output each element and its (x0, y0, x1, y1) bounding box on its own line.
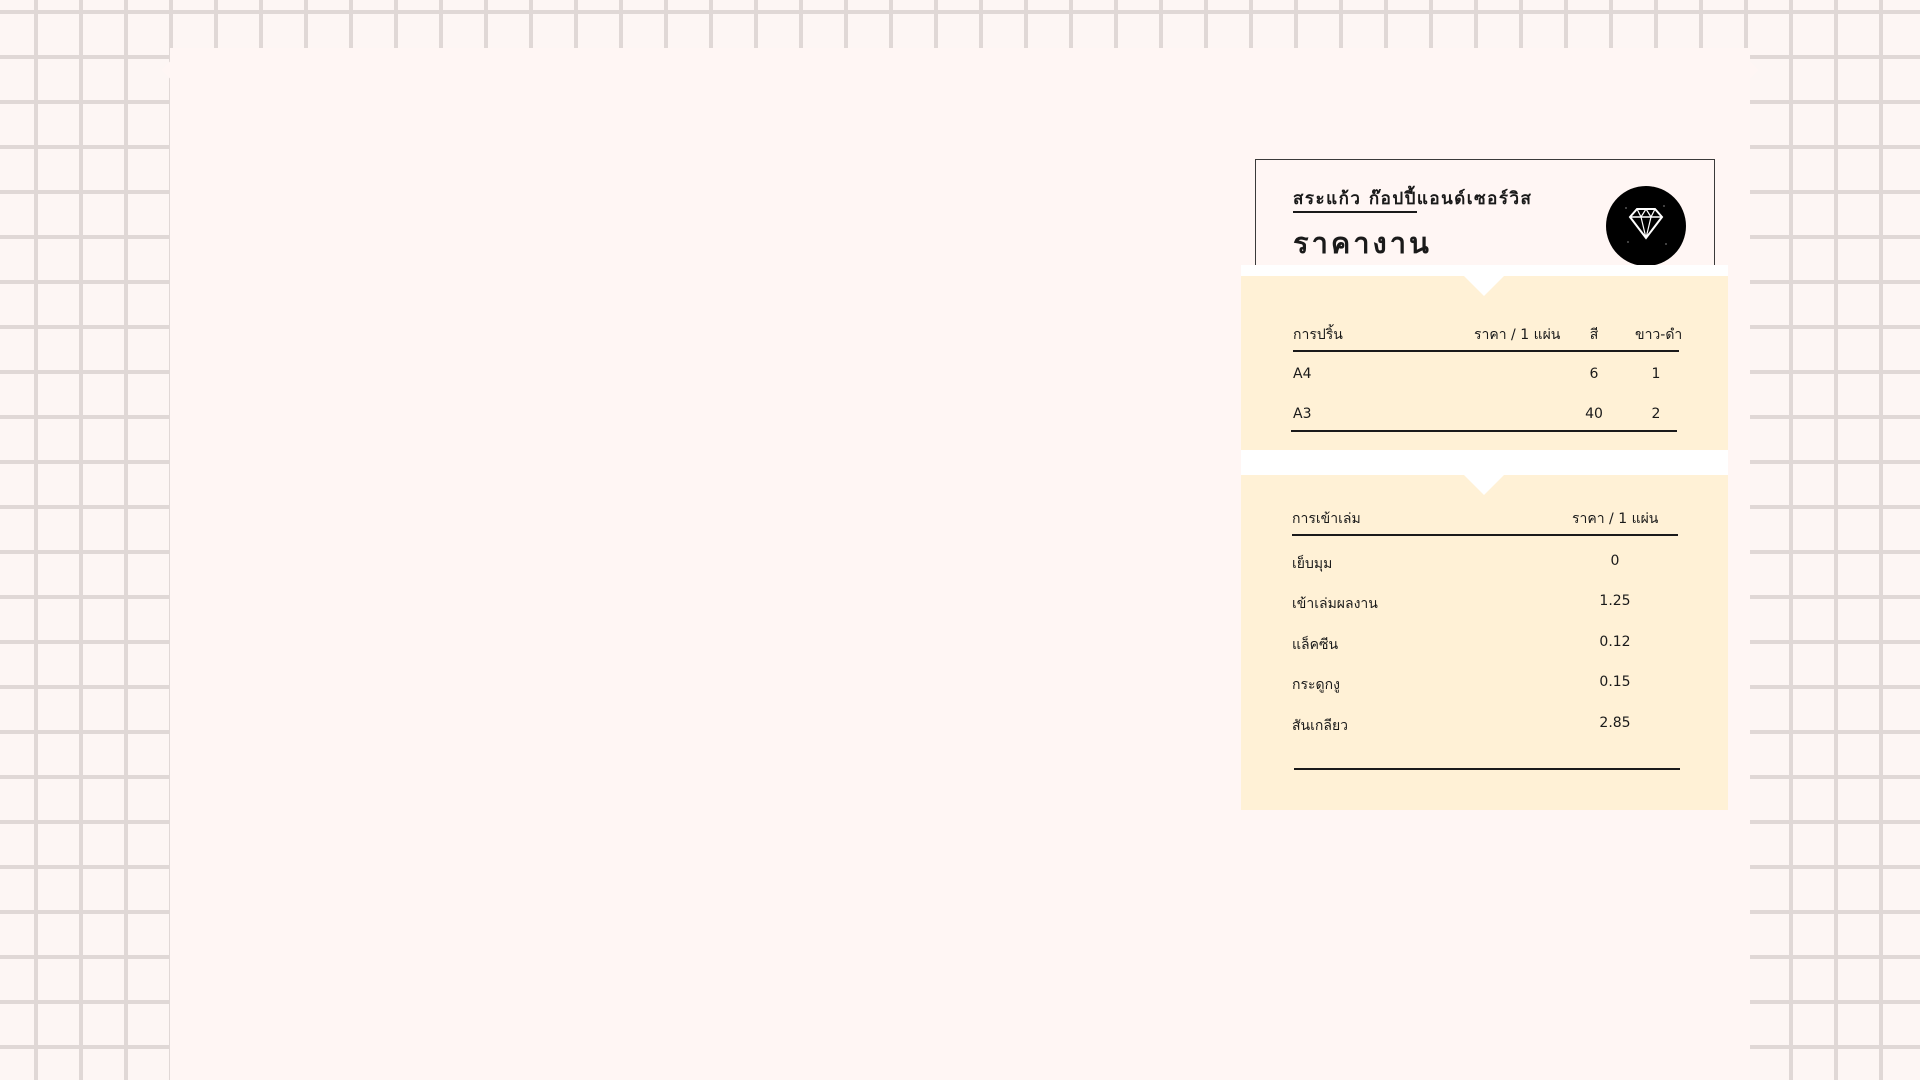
binding-price: 0.15 (1599, 674, 1631, 690)
panel-notch (1464, 475, 1504, 495)
binding-price-panel: การเข้าเล่ม ราคา / 1 แผ่น เย็บมุม 0 เข้า… (1241, 475, 1728, 810)
row-color-price: 6 (1589, 366, 1599, 382)
binding-price: 0 (1610, 553, 1620, 569)
price-header-card: สระแก้ว ก๊อปปี้แอนด์เซอร์วิส ราคางาน (1255, 159, 1715, 266)
shop-name-underline (1293, 211, 1417, 213)
header-rule (1293, 350, 1679, 352)
binding-type: สันเกลียว (1292, 718, 1349, 734)
row-item: A4 (1293, 366, 1312, 382)
row-bw-price: 1 (1651, 366, 1661, 382)
binding-type: เย็บมุม (1292, 556, 1333, 572)
binding-price: 1.25 (1599, 593, 1631, 609)
divider-strip (1241, 265, 1728, 276)
binding-price: 2.85 (1599, 715, 1631, 731)
binding-type: แล็คซีน (1292, 637, 1339, 653)
column-header-color: สี (1589, 327, 1599, 343)
panel-notch (1464, 276, 1504, 296)
row-bw-price: 2 (1651, 406, 1661, 422)
header-rule (1292, 534, 1678, 536)
column-header-price-per-sheet: ราคา / 1 แผ่น (1474, 327, 1561, 343)
binding-price: 0.12 (1599, 634, 1631, 650)
divider-strip (1241, 450, 1728, 475)
page-title: ราคางาน (1293, 226, 1432, 260)
column-header-black-white: ขาว-ดำ (1635, 327, 1683, 343)
table-bottom-rule (1294, 768, 1680, 770)
shop-name: สระแก้ว ก๊อปปี้แอนด์เซอร์วิส (1293, 189, 1533, 209)
binding-type: เข้าเล่มผลงาน (1292, 596, 1378, 612)
column-header-printing: การปริ้น (1293, 327, 1343, 343)
table-bottom-rule (1291, 430, 1677, 432)
binding-type: กระดูกงู (1292, 677, 1340, 693)
row-color-price: 40 (1585, 406, 1603, 422)
row-item: A3 (1293, 406, 1312, 422)
column-header-binding: การเข้าเล่ม (1292, 511, 1361, 527)
printing-price-panel: การปริ้น ราคา / 1 แผ่น สี ขาว-ดำ A4 6 1 … (1241, 276, 1728, 450)
column-header-price-per-sheet: ราคา / 1 แผ่น (1572, 511, 1659, 527)
diamond-icon (1606, 186, 1686, 266)
